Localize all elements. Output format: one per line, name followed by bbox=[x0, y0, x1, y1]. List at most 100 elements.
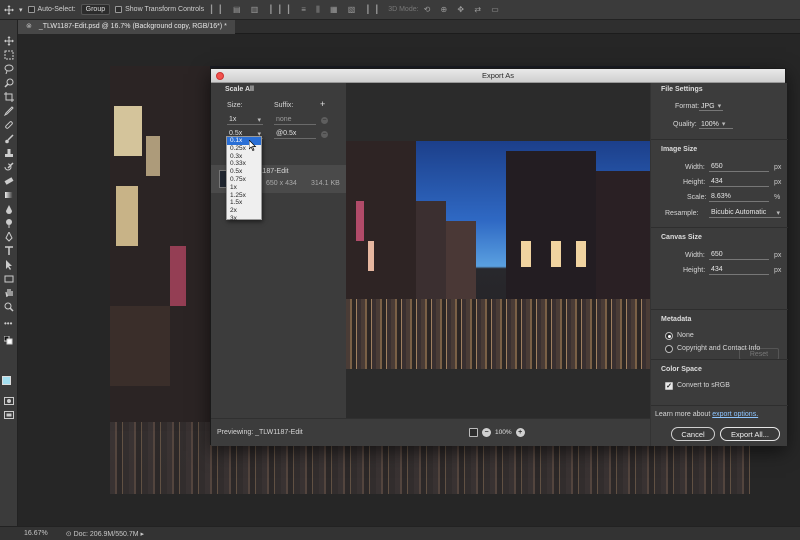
transform-controls-label: Show Transform Controls bbox=[125, 6, 205, 13]
cancel-button[interactable]: Cancel bbox=[671, 427, 715, 441]
auto-select-checkbox[interactable] bbox=[27, 6, 35, 13]
format-select[interactable]: JPG ▾ bbox=[699, 101, 723, 111]
metadata-copyright-radio[interactable] bbox=[665, 345, 673, 353]
screen-mode-icon[interactable] bbox=[4, 410, 14, 420]
mode-3d-label: 3D Mode: bbox=[388, 6, 419, 13]
preview-building bbox=[446, 221, 476, 311]
metadata-none-label: None bbox=[677, 332, 694, 339]
transform-controls-option[interactable]: Show Transform Controls bbox=[115, 6, 204, 13]
canvas-height-label: Height: bbox=[683, 267, 706, 274]
canvas-size-section: Canvas Size Width: 650 px Height: 434 px bbox=[651, 227, 788, 275]
scale-size-option[interactable]: 0.33x bbox=[227, 160, 261, 168]
lasso-icon[interactable] bbox=[4, 64, 14, 74]
scale-size-option[interactable]: 0.75x bbox=[227, 176, 261, 184]
blur-icon[interactable] bbox=[4, 204, 14, 214]
zoom-in-button[interactable]: + bbox=[515, 428, 525, 437]
export-options-link[interactable]: export options. bbox=[712, 411, 758, 418]
metadata-heading: Metadata bbox=[661, 316, 692, 323]
scale-size-option[interactable]: 1.25x bbox=[227, 192, 261, 200]
default-colors-icon[interactable] bbox=[4, 336, 14, 346]
status-zoom[interactable]: 16.67% bbox=[24, 530, 48, 537]
document-tab[interactable]: ⊗ _TLW1187-Edit.psd @ 16.7% (Background … bbox=[18, 20, 235, 34]
auto-select-label: Auto-Select: bbox=[37, 6, 76, 13]
transform-controls-checkbox[interactable] bbox=[115, 6, 123, 13]
color-space-heading: Color Space bbox=[661, 366, 702, 373]
add-scale-button[interactable]: + bbox=[320, 99, 325, 109]
type-icon[interactable] bbox=[4, 246, 14, 256]
gradient-icon[interactable] bbox=[4, 190, 14, 200]
scale-size-value-1: 1x bbox=[229, 116, 237, 123]
height-input[interactable]: 434 bbox=[709, 177, 769, 187]
preview-area[interactable] bbox=[346, 83, 650, 418]
quality-select[interactable]: 100% ▾ bbox=[699, 119, 733, 129]
status-arrow-icon[interactable]: ▸ bbox=[141, 531, 145, 538]
convert-srgb-label: Convert to sRGB bbox=[677, 382, 730, 389]
more-tools-icon[interactable]: ••• bbox=[4, 320, 14, 330]
scale-size-option[interactable]: 0.3x bbox=[227, 153, 261, 161]
path-select-icon[interactable] bbox=[4, 260, 14, 270]
canvas-height-input[interactable]: 434 bbox=[709, 265, 769, 275]
mode-3d-icons[interactable]: ⟲ ⊕ ✥ ⇄ ▭ bbox=[424, 5, 503, 14]
scale-size-option[interactable]: 2x bbox=[227, 207, 261, 215]
metadata-section: Metadata None Copyright and Contact Info bbox=[651, 309, 788, 353]
scale-size-option[interactable]: 0.5x bbox=[227, 168, 261, 176]
status-doc-info: ⊙ Doc: 206.9M/550.7M ▸ bbox=[66, 530, 144, 538]
scale-size-option[interactable]: 1x bbox=[227, 184, 261, 192]
eyedropper-icon[interactable] bbox=[4, 106, 14, 116]
scale-input[interactable]: 8.63% bbox=[709, 192, 769, 202]
options-bar: ▾ Auto-Select: Group Show Transform Cont… bbox=[0, 0, 800, 20]
metadata-none-radio[interactable] bbox=[665, 332, 673, 340]
close-window-button[interactable] bbox=[216, 72, 224, 80]
canvas-width-input[interactable]: 650 bbox=[709, 250, 769, 260]
dialog-title: Export As bbox=[481, 71, 515, 80]
foreground-color-swatch[interactable] bbox=[2, 376, 11, 385]
healing-icon[interactable] bbox=[4, 120, 14, 130]
stamp-icon[interactable] bbox=[4, 148, 14, 158]
history-brush-icon[interactable] bbox=[4, 162, 14, 172]
zoom-out-button[interactable]: − bbox=[482, 428, 491, 437]
chevron-down-icon: ▾ bbox=[717, 103, 722, 110]
size-label: Size: bbox=[227, 102, 243, 109]
status-info-arrow-icon[interactable]: ⊙ bbox=[66, 531, 72, 538]
quick-mask-icon[interactable] bbox=[4, 396, 14, 406]
zoom-icon[interactable] bbox=[4, 302, 14, 312]
remove-scale-button-1[interactable]: – bbox=[321, 117, 328, 124]
quality-value: 100% bbox=[701, 121, 719, 128]
lit-window bbox=[146, 136, 160, 176]
auto-select-option[interactable]: Auto-Select: bbox=[27, 6, 76, 13]
convert-srgb-checkbox[interactable]: ✓ bbox=[665, 382, 673, 390]
scale-size-select-1[interactable]: 1x ▾ bbox=[227, 115, 263, 125]
auto-select-target-select[interactable]: Group bbox=[80, 4, 111, 15]
preview-footer: Previewing: _TLW1187-Edit − 100% + bbox=[211, 418, 650, 446]
hand-icon[interactable] bbox=[4, 288, 14, 298]
brush-icon[interactable] bbox=[4, 134, 14, 144]
scale-size-option[interactable]: 3x bbox=[227, 215, 261, 223]
preview-lit-window bbox=[521, 241, 531, 267]
height-label: Height: bbox=[683, 179, 706, 186]
tool-preset-dropdown[interactable]: ▾ bbox=[19, 6, 23, 14]
rectangle-icon[interactable] bbox=[4, 274, 14, 284]
resample-select[interactable]: Bicubic Automatic ▾ bbox=[709, 208, 781, 218]
crop-icon[interactable] bbox=[4, 92, 14, 102]
scale-size-option[interactable]: 1.5x bbox=[227, 199, 261, 207]
quick-select-icon[interactable] bbox=[4, 78, 14, 88]
remove-scale-button-2[interactable]: – bbox=[321, 131, 328, 138]
eraser-icon[interactable] bbox=[4, 176, 14, 186]
preview-pink-window bbox=[356, 201, 364, 241]
suffix-input-2[interactable]: @0.5x bbox=[274, 129, 316, 139]
chevron-down-icon: ▾ bbox=[721, 121, 726, 128]
move-tool-icon[interactable] bbox=[4, 4, 14, 15]
close-tab-icon[interactable]: ⊗ bbox=[26, 23, 32, 30]
dodge-icon[interactable] bbox=[4, 218, 14, 228]
export-all-button[interactable]: Export All... bbox=[720, 427, 780, 441]
settings-panel: File Settings Format: JPG ▾ Quality: 100%… bbox=[650, 83, 788, 446]
resample-value: Bicubic Automatic bbox=[711, 209, 767, 216]
align-distribute-icons[interactable]: ┃┃ ▤ ▥ ┃┃┃ ≡ ⫼ ▦ ▧ ┃┃ bbox=[209, 5, 383, 15]
pen-icon[interactable] bbox=[4, 232, 14, 242]
move-icon[interactable] bbox=[4, 36, 14, 46]
width-input[interactable]: 650 bbox=[709, 162, 769, 172]
suffix-input-1[interactable]: none bbox=[274, 115, 316, 125]
marquee-icon[interactable] bbox=[4, 50, 14, 60]
fit-screen-button[interactable] bbox=[469, 428, 478, 437]
status-doc-size: Doc: 206.9M/550.7M bbox=[73, 530, 139, 538]
